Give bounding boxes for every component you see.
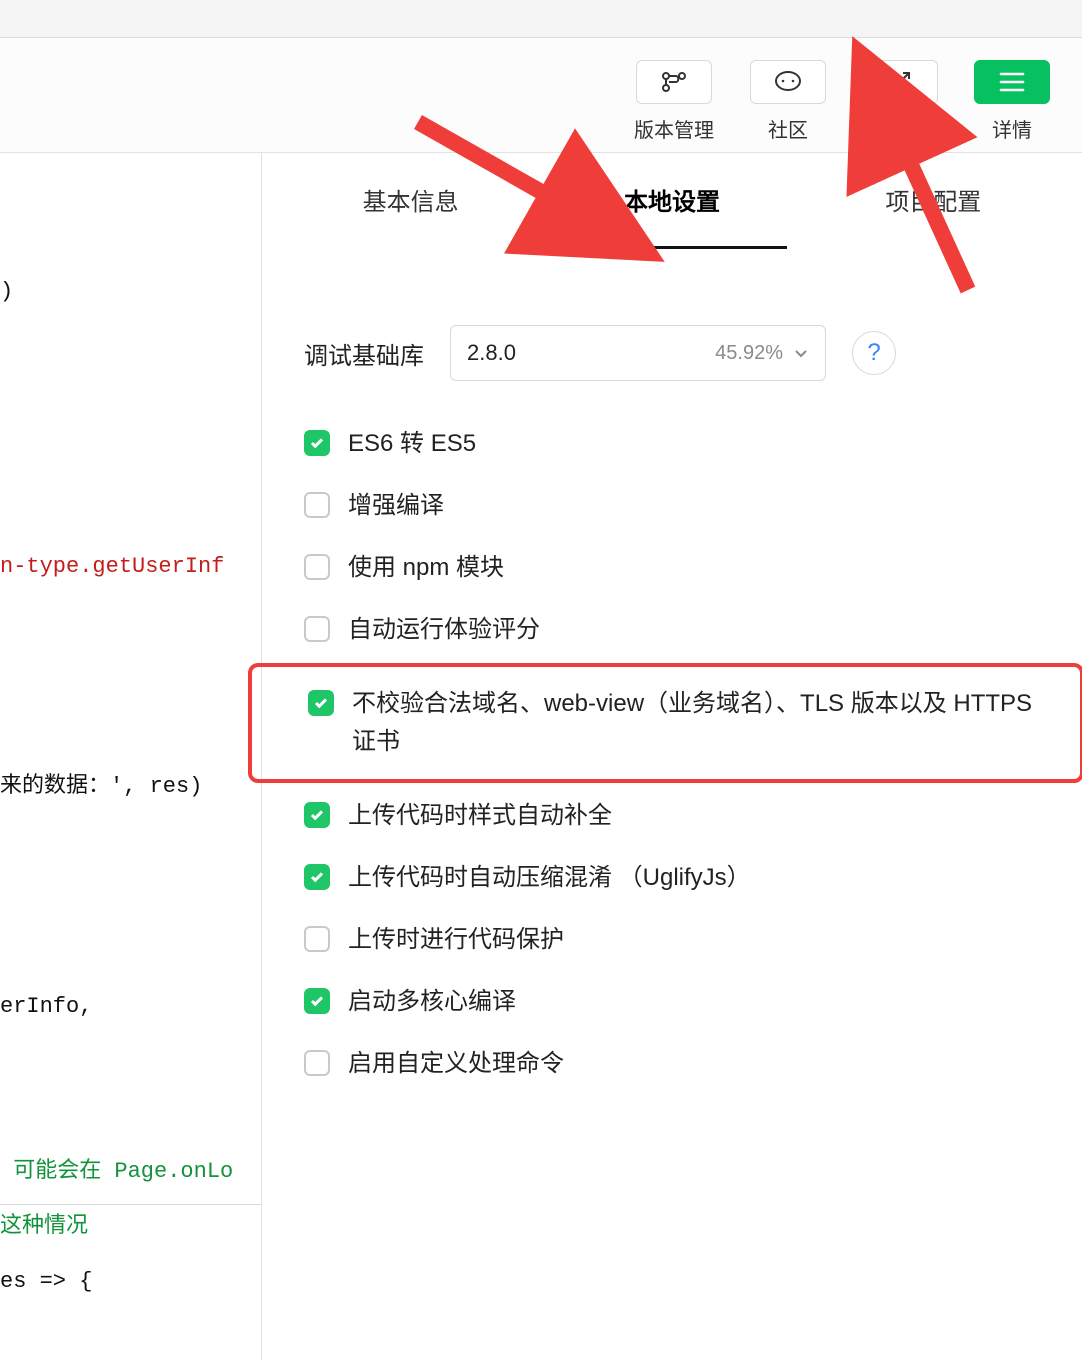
opt-label: ES6 转 ES5 [348,425,1040,463]
help-button[interactable]: ? [852,331,896,375]
code-line: erInfo, [0,994,92,1019]
chevron-down-icon [793,345,809,361]
opt-label: 启用自定义处理命令 [348,1045,1040,1083]
opt-es6-es5[interactable]: ES6 转 ES5 [304,425,1040,463]
opt-no-verify-domain[interactable]: 不校验合法域名、web-view（业务域名）、TLS 版本以及 HTTPS 证书 [308,685,1036,761]
community-button[interactable] [750,60,826,104]
details-panel: 基本信息 本地设置 项目配置 调试基础库 2.8.0 45.92% ? ES6 … [262,153,1082,1360]
tab-local-settings[interactable]: 本地设置 [541,182,802,221]
debug-lib-value: 2.8.0 [467,340,516,366]
branch-icon [660,70,688,94]
details-button[interactable] [974,60,1050,104]
test-account-button[interactable] [862,60,938,104]
version-mgmt-button[interactable] [636,60,712,104]
test-account-label: 测试号 [870,114,930,143]
code-line: 这种情况 [0,1214,88,1239]
debug-lib-select[interactable]: 2.8.0 45.92% [450,325,826,381]
checkbox[interactable] [304,864,330,890]
details-label: 详情 [992,114,1032,143]
menu-icon [999,72,1025,92]
checkbox[interactable] [304,430,330,456]
checkbox[interactable] [304,616,330,642]
opt-label: 上传代码时自动压缩混淆 （UglifyJs） [348,859,1040,897]
code-line: n-type.getUserInf [0,554,224,579]
opt-label: 不校验合法域名、web-view（业务域名）、TLS 版本以及 HTTPS 证书 [352,685,1036,761]
tab-basic-info[interactable]: 基本信息 [280,182,541,221]
checkbox[interactable] [304,926,330,952]
chat-icon [773,70,803,94]
opt-npm-module[interactable]: 使用 npm 模块 [304,549,1040,587]
code-line: ) [0,279,13,304]
opt-label: 使用 npm 模块 [348,549,1040,587]
opt-label: 增强编译 [348,487,1040,525]
editor-divider [0,1204,261,1205]
opt-auto-style-complete[interactable]: 上传代码时样式自动补全 [304,797,1040,835]
version-mgmt-label: 版本管理 [634,114,714,143]
checkbox[interactable] [304,554,330,580]
opt-label: 上传代码时样式自动补全 [348,797,1040,835]
top-toolbar: 版本管理 社区 测试号 详情 [0,38,1082,153]
opt-uglify[interactable]: 上传代码时自动压缩混淆 （UglifyJs） [304,859,1040,897]
code-line: es => { [0,1269,92,1294]
checkbox[interactable] [304,492,330,518]
opt-custom-cmd[interactable]: 启用自定义处理命令 [304,1045,1040,1083]
checkbox[interactable] [304,988,330,1014]
details-item: 详情 [974,60,1050,143]
opt-label: 上传时进行代码保护 [348,921,1040,959]
window-titlebar [0,0,1082,38]
community-label: 社区 [768,114,808,143]
opt-enhanced-compile[interactable]: 增强编译 [304,487,1040,525]
code-line: 来的数据：', res) [0,774,202,799]
tab-project-config[interactable]: 项目配置 [803,182,1064,221]
version-mgmt-item: 版本管理 [634,60,714,143]
debug-lib-row: 调试基础库 2.8.0 45.92% ? [304,325,1040,381]
debug-lib-percent: 45.92% [715,342,809,365]
checkbox[interactable] [304,802,330,828]
opt-multicore[interactable]: 启动多核心编译 [304,983,1040,1021]
external-link-icon [888,70,912,94]
code-editor[interactable]: ) n-type.getUserInf 来的数据：', res) erInfo,… [0,153,262,1360]
panel-content: 调试基础库 2.8.0 45.92% ? ES6 转 ES5 增强编译 [262,249,1082,1083]
debug-lib-percent-text: 45.92% [715,342,783,365]
debug-lib-label: 调试基础库 [304,336,424,371]
highlight-frame: 不校验合法域名、web-view（业务域名）、TLS 版本以及 HTTPS 证书 [248,663,1082,783]
checkbox[interactable] [304,1050,330,1076]
options-list: ES6 转 ES5 增强编译 使用 npm 模块 自动运行体验评分 不校验合法域… [304,425,1040,1083]
opt-code-protect[interactable]: 上传时进行代码保护 [304,921,1040,959]
test-account-item: 测试号 [862,60,938,143]
opt-label: 自动运行体验评分 [348,611,1040,649]
code-line: 可能会在 [0,1159,114,1184]
opt-label: 启动多核心编译 [348,983,1040,1021]
opt-auto-audit[interactable]: 自动运行体验评分 [304,611,1040,649]
panel-tabs: 基本信息 本地设置 项目配置 [262,153,1082,249]
community-item: 社区 [750,60,826,143]
code-line: Page.onLo [114,1159,233,1184]
checkbox[interactable] [308,690,334,716]
